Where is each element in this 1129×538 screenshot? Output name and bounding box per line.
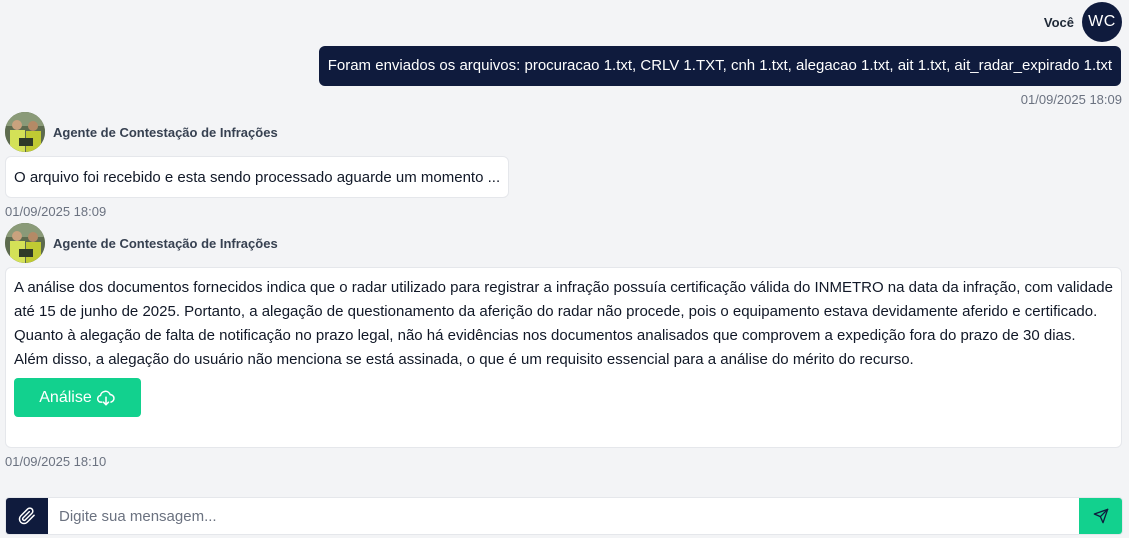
agent-avatar [5,112,45,152]
agent-message-header: Agente de Contestação de Infrações [5,112,278,152]
message-input[interactable] [48,498,1079,534]
agent-avatar-image [5,112,45,152]
agent-avatar [5,223,45,263]
user-message-header: Você WC [1044,2,1122,42]
agent-analysis-text: A análise dos documentos fornecidos indi… [14,279,1113,368]
user-message-bubble: Foram enviados os arquivos: procuracao 1… [318,46,1121,86]
cloud-download-icon [96,390,115,405]
chat-window: Você WC Foram enviados os arquivos: proc… [0,0,1129,538]
user-avatar: WC [1082,2,1122,42]
agent-name: Agente de Contestação de Infrações [53,235,278,251]
analise-button-label: Análise [39,388,92,406]
send-icon [1093,508,1108,524]
agent-message-timestamp: 01/09/2025 18:09 [5,204,107,219]
user-name: Você [1043,14,1074,30]
agent-name: Agente de Contestação de Infrações [53,124,278,140]
agent-avatar-image [5,223,45,263]
paperclip-icon [18,507,35,525]
user-message-timestamp: 01/09/2025 18:09 [1020,92,1122,107]
agent-message-bubble: O arquivo foi recebido e esta sendo proc… [5,156,510,198]
agent-message-header: Agente de Contestação de Infrações [5,223,278,263]
agent-analysis-bubble: A análise dos documentos fornecidos indi… [5,267,1122,448]
agent-message-timestamp: 01/09/2025 18:10 [5,454,107,469]
send-button[interactable] [1079,498,1122,534]
attach-button[interactable] [6,498,48,534]
message-composer [5,497,1123,535]
analise-download-button[interactable]: Análise [14,378,141,417]
